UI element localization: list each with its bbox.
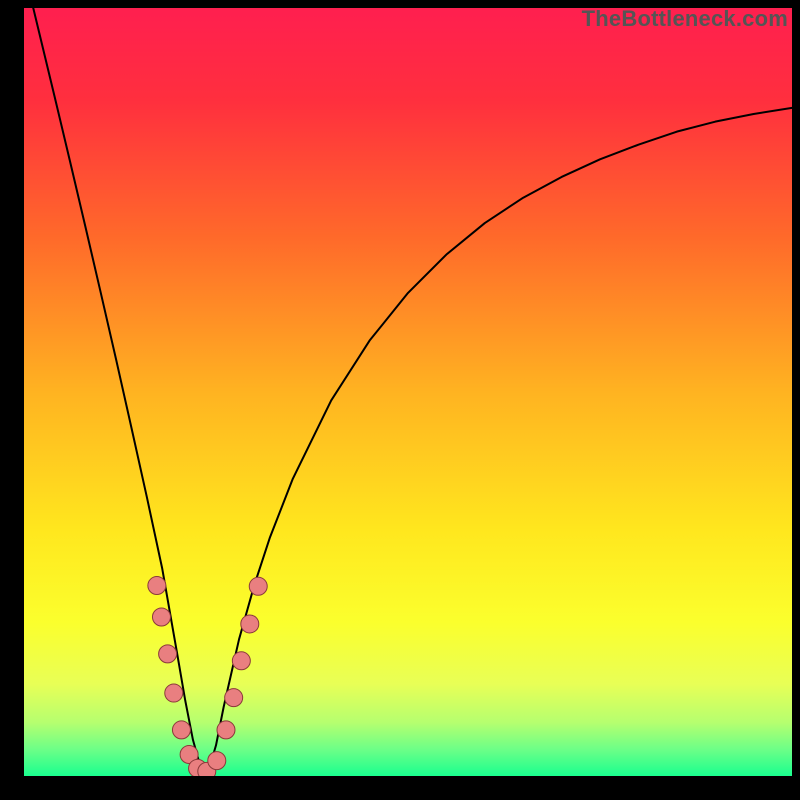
outer-frame: TheBottleneck.com xyxy=(0,0,800,800)
highlight-marker xyxy=(172,721,190,739)
highlight-marker xyxy=(232,652,250,670)
highlight-marker xyxy=(208,752,226,770)
plot-area xyxy=(24,8,792,776)
highlight-marker xyxy=(249,577,267,595)
highlight-marker xyxy=(217,721,235,739)
highlight-marker xyxy=(241,615,259,633)
highlight-marker xyxy=(165,684,183,702)
chart-svg xyxy=(24,8,792,776)
highlight-marker xyxy=(148,577,166,595)
highlight-marker xyxy=(159,645,177,663)
highlight-marker xyxy=(152,608,170,626)
highlight-marker xyxy=(225,689,243,707)
watermark-text: TheBottleneck.com xyxy=(582,6,788,32)
gradient-background xyxy=(24,8,792,776)
